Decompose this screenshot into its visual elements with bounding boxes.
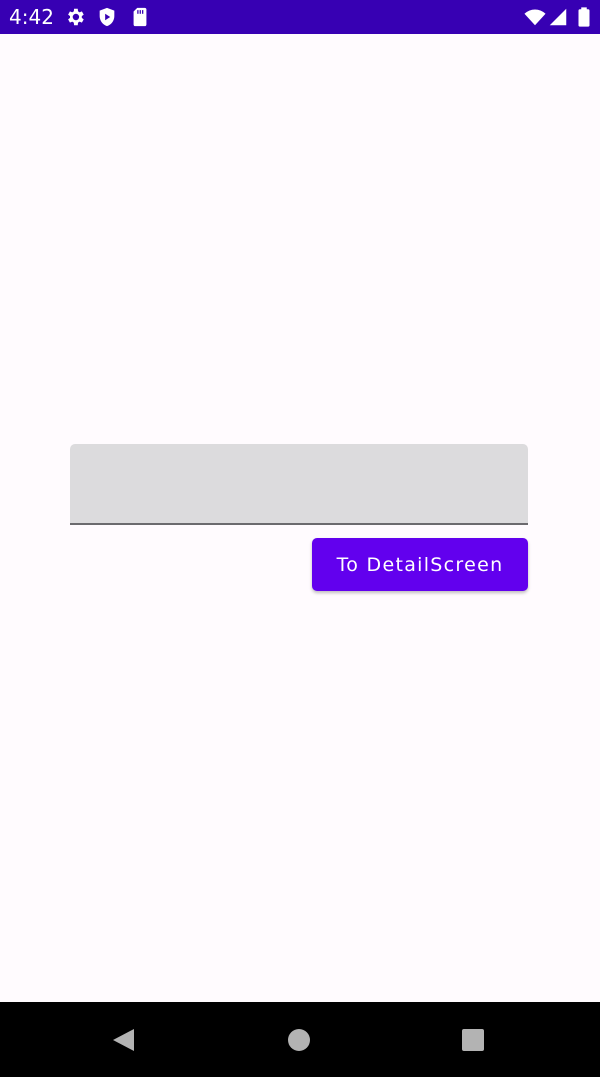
sd-card-icon bbox=[133, 7, 147, 27]
wifi-icon bbox=[524, 9, 546, 26]
shield-play-icon bbox=[99, 7, 115, 27]
recents-icon[interactable] bbox=[455, 1022, 491, 1058]
to-detail-screen-button[interactable]: To DetailScreen bbox=[312, 538, 528, 591]
gear-icon bbox=[68, 8, 84, 26]
text-field[interactable] bbox=[70, 444, 528, 525]
to-detail-screen-button-label: To DetailScreen bbox=[336, 553, 504, 576]
home-icon[interactable] bbox=[281, 1022, 317, 1058]
status-bar: 4:42 bbox=[0, 0, 600, 34]
cell-signal-icon bbox=[549, 8, 567, 26]
text-input[interactable] bbox=[70, 444, 528, 523]
back-icon[interactable] bbox=[105, 1022, 141, 1058]
main-screen: To DetailScreen bbox=[0, 34, 600, 1002]
navigation-bar bbox=[0, 1002, 600, 1077]
battery-icon bbox=[578, 7, 590, 27]
status-time: 4:42 bbox=[9, 5, 54, 29]
